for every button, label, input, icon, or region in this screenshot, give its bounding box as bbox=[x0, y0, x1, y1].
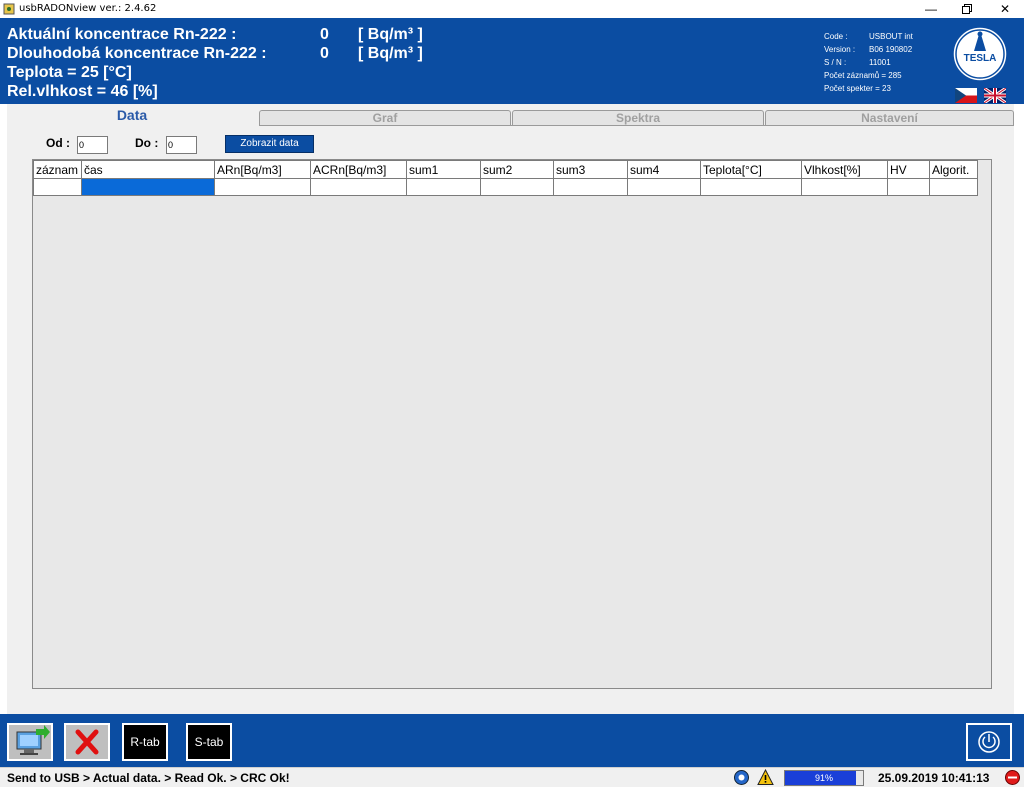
column-header[interactable]: Algorit. bbox=[929, 160, 978, 179]
tesla-logo: TESLA bbox=[952, 26, 1008, 82]
table-row[interactable] bbox=[33, 178, 978, 196]
tab-divider bbox=[259, 125, 1014, 126]
table-cell[interactable] bbox=[929, 178, 978, 196]
content-panel: Data Graf Spektra Nastavení Od : Do : Zo… bbox=[7, 104, 1014, 714]
table-cell[interactable] bbox=[887, 178, 930, 196]
export-monitor-icon bbox=[16, 725, 50, 755]
close-icon: ✕ bbox=[999, 2, 1011, 16]
from-input[interactable] bbox=[77, 136, 108, 154]
column-header[interactable]: HV bbox=[887, 160, 930, 179]
column-header[interactable]: ACRn[Bq/m3] bbox=[310, 160, 407, 179]
actual-concentration-label: Aktuální koncentrace Rn-222 : bbox=[7, 26, 237, 43]
actual-concentration-unit: [ Bq/m³ ] bbox=[358, 26, 423, 43]
table-cell[interactable] bbox=[310, 178, 407, 196]
export-button[interactable] bbox=[7, 723, 53, 761]
actual-concentration-value: 0 bbox=[320, 26, 329, 43]
red-x-icon bbox=[75, 729, 99, 755]
data-table: záznam čas ARn[Bq/m3] ACRn[Bq/m3] sum1 s… bbox=[33, 160, 978, 196]
table-cell[interactable] bbox=[700, 178, 802, 196]
longterm-concentration-value: 0 bbox=[320, 45, 329, 62]
version-value: B06 190802 bbox=[869, 45, 913, 54]
status-bar: Send to USB > Actual data. > Read Ok. > … bbox=[0, 767, 1024, 787]
tab-graf[interactable]: Graf bbox=[259, 110, 511, 125]
table-cell[interactable] bbox=[627, 178, 701, 196]
table-cell-selected[interactable] bbox=[81, 178, 215, 196]
window-title: usbRADONview ver.: 2.4.62 bbox=[19, 3, 157, 14]
tab-nastaveni[interactable]: Nastavení bbox=[765, 110, 1014, 125]
longterm-concentration-unit: [ Bq/m³ ] bbox=[358, 45, 423, 62]
progress-label: 91% bbox=[814, 773, 833, 783]
show-data-button[interactable]: Zobrazit data bbox=[225, 135, 314, 153]
table-cell[interactable] bbox=[214, 178, 311, 196]
table-cell[interactable] bbox=[553, 178, 628, 196]
column-header[interactable]: čas bbox=[81, 160, 215, 179]
to-label: Do : bbox=[135, 136, 159, 150]
temperature-readout: Teplota = 25 [°C] bbox=[7, 64, 132, 81]
red-stop-icon[interactable] bbox=[1004, 769, 1021, 786]
table-cell[interactable] bbox=[33, 178, 82, 196]
from-label: Od : bbox=[46, 136, 70, 150]
table-cell[interactable] bbox=[801, 178, 888, 196]
to-input[interactable] bbox=[166, 136, 197, 154]
longterm-concentration-label: Dlouhodobá koncentrace Rn-222 : bbox=[7, 45, 267, 62]
status-message: Send to USB > Actual data. > Read Ok. > … bbox=[7, 771, 290, 785]
serial-label: S / N : bbox=[824, 58, 847, 67]
column-header[interactable]: Vlhkost[%] bbox=[801, 160, 888, 179]
s-tab-button[interactable]: S-tab bbox=[186, 723, 232, 761]
table-cell[interactable] bbox=[480, 178, 554, 196]
tab-data[interactable]: Data bbox=[7, 107, 257, 126]
minimize-icon: — bbox=[925, 2, 937, 16]
logo-text: TESLA bbox=[964, 53, 997, 64]
table-header-row: záznam čas ARn[Bq/m3] ACRn[Bq/m3] sum1 s… bbox=[33, 160, 978, 179]
restore-icon bbox=[962, 4, 972, 14]
gear-icon[interactable] bbox=[733, 769, 750, 786]
spectra-count: Počet spekter = 23 bbox=[824, 84, 891, 93]
column-header[interactable]: ARn[Bq/m3] bbox=[214, 160, 311, 179]
data-grid[interactable]: záznam čas ARn[Bq/m3] ACRn[Bq/m3] sum1 s… bbox=[32, 159, 992, 689]
date-time: 25.09.2019 10:41:13 bbox=[878, 771, 990, 785]
column-header[interactable]: sum3 bbox=[553, 160, 628, 179]
power-button[interactable] bbox=[966, 723, 1012, 761]
version-label: Version : bbox=[824, 45, 856, 54]
header-panel: Aktuální koncentrace Rn-222 : 0 [ Bq/m³ … bbox=[0, 18, 1024, 104]
column-header[interactable]: Teplota[°C] bbox=[700, 160, 802, 179]
progress-bar: 91% bbox=[784, 770, 864, 786]
column-header[interactable]: sum2 bbox=[480, 160, 554, 179]
code-label: Code : bbox=[824, 32, 848, 41]
czech-flag-icon[interactable] bbox=[955, 88, 977, 103]
table-cell[interactable] bbox=[406, 178, 481, 196]
tab-spektra[interactable]: Spektra bbox=[512, 110, 764, 125]
delete-button[interactable] bbox=[64, 723, 110, 761]
humidity-readout: Rel.vlhkost = 46 [%] bbox=[7, 83, 158, 100]
serial-value: 11001 bbox=[869, 58, 891, 67]
record-count: Počet záznamů = 285 bbox=[824, 71, 902, 80]
column-header[interactable]: sum1 bbox=[406, 160, 481, 179]
close-button[interactable]: ✕ bbox=[986, 0, 1024, 18]
restore-button[interactable] bbox=[948, 0, 986, 18]
column-header[interactable]: sum4 bbox=[627, 160, 701, 179]
power-icon bbox=[978, 731, 1000, 753]
column-header[interactable]: záznam bbox=[33, 160, 82, 179]
app-icon bbox=[3, 3, 15, 15]
code-value: USBOUT int bbox=[869, 32, 913, 41]
r-tab-button[interactable]: R-tab bbox=[122, 723, 168, 761]
warning-icon[interactable] bbox=[757, 769, 774, 786]
footer-toolbar: R-tab S-tab bbox=[0, 714, 1024, 767]
window-titlebar: usbRADONview ver.: 2.4.62 — ✕ bbox=[0, 0, 1024, 18]
minimize-button[interactable]: — bbox=[912, 0, 950, 18]
uk-flag-icon[interactable] bbox=[984, 88, 1006, 103]
